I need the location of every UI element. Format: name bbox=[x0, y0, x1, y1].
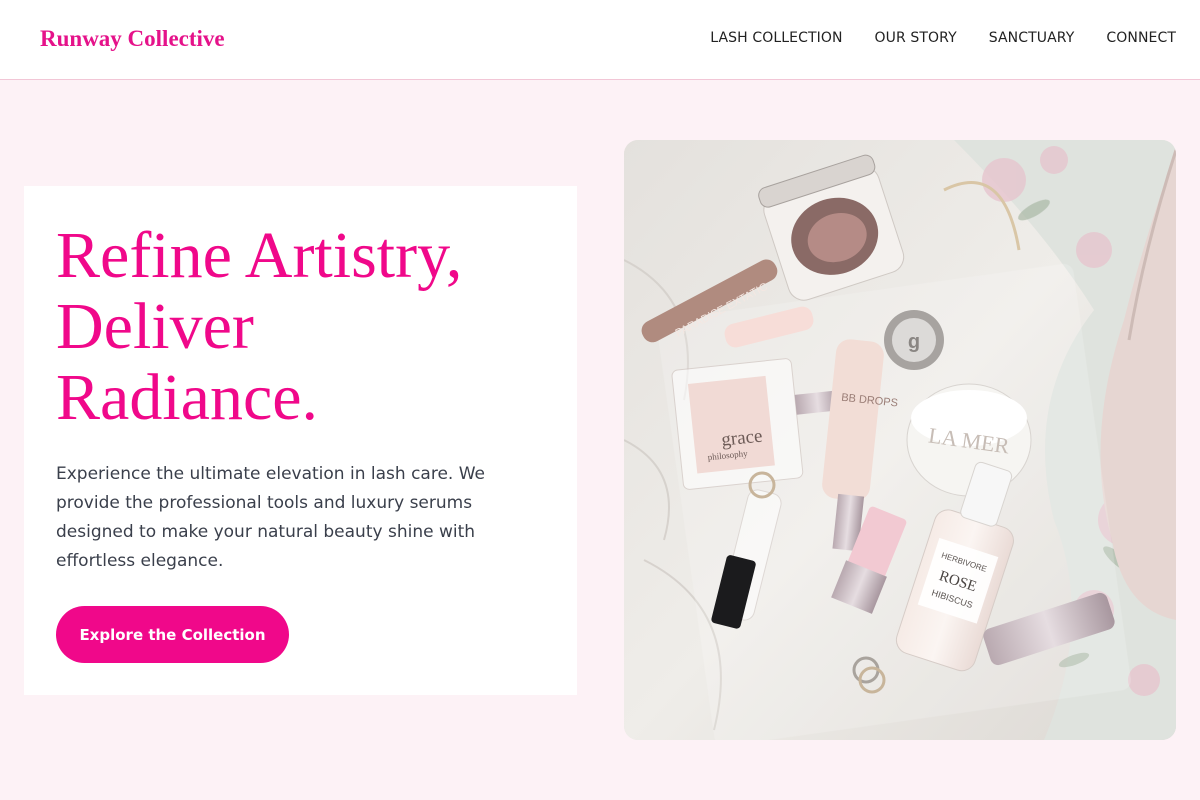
nav-our-story[interactable]: OUR STORY bbox=[875, 30, 957, 46]
hero-product-image: PARADISE EXTATIC grace philosophy BB DRO… bbox=[624, 140, 1176, 740]
cosmetics-flatlay-illustration: PARADISE EXTATIC grace philosophy BB DRO… bbox=[624, 140, 1176, 740]
brand-logo[interactable]: Runway Collective bbox=[40, 26, 225, 52]
hero-title-line-2: Deliver bbox=[56, 290, 254, 363]
hero-title-line-3: Radiance. bbox=[56, 361, 319, 434]
nav-lash-collection[interactable]: LASH COLLECTION bbox=[710, 30, 842, 46]
explore-collection-button[interactable]: Explore the Collection bbox=[56, 606, 289, 663]
hero-title-line-1: Refine Artistry, bbox=[56, 219, 463, 292]
nav-connect[interactable]: CONNECT bbox=[1106, 30, 1176, 46]
nav-sanctuary[interactable]: SANCTUARY bbox=[989, 30, 1075, 46]
main-nav: LASH COLLECTION OUR STORY SANCTUARY CONN… bbox=[710, 30, 1176, 46]
hero-title: Refine Artistry, Deliver Radiance. bbox=[56, 220, 556, 433]
hero-card: Refine Artistry, Deliver Radiance. Exper… bbox=[24, 186, 577, 695]
logo-mark-text: g bbox=[908, 331, 920, 353]
site-header: Runway Collective LASH COLLECTION OUR ST… bbox=[0, 0, 1200, 80]
perfume-name-text: grace bbox=[720, 426, 763, 451]
hero-description: Experience the ultimate elevation in las… bbox=[56, 464, 485, 571]
